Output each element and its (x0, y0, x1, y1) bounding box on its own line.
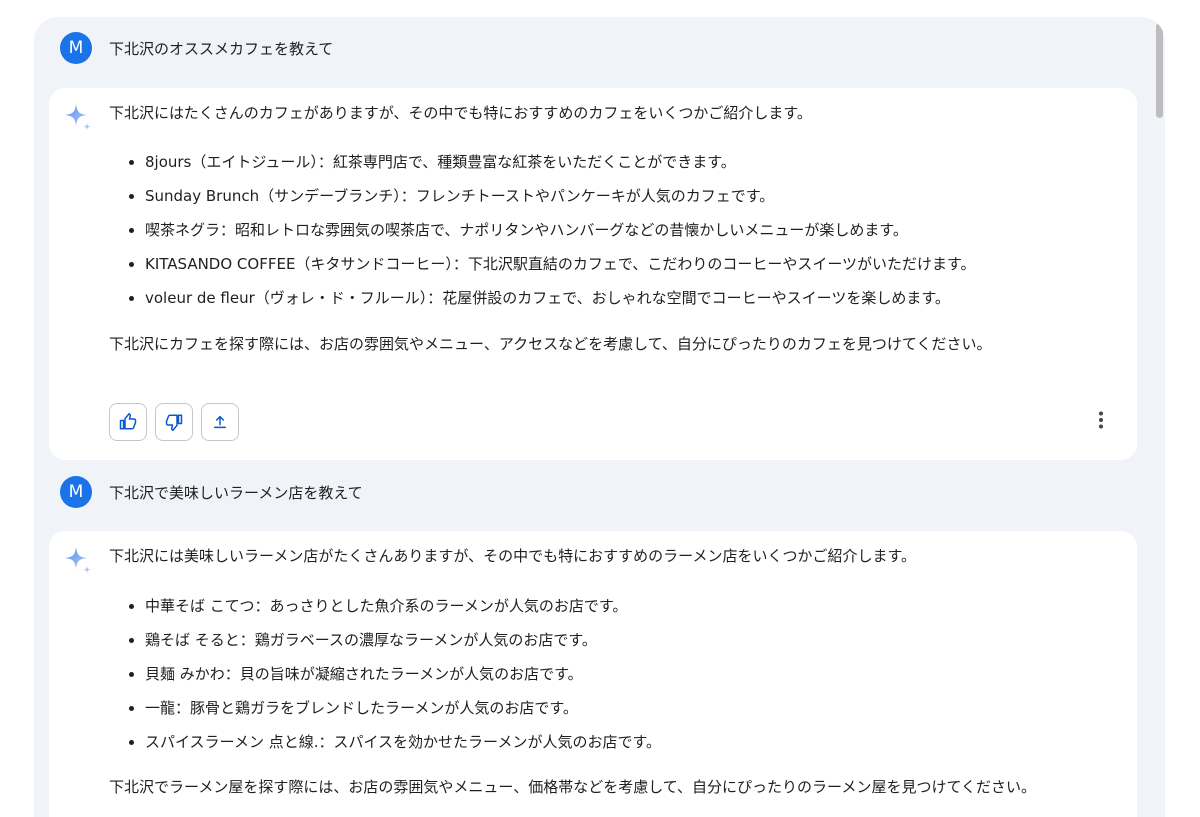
list-item: 中華そば こてつ：あっさりとした魚介系のラーメンが人気のお店です。 (109, 589, 661, 623)
more-options-button[interactable] (1089, 408, 1113, 432)
list-item: スパイスラーメン 点と線.：スパイスを効かせたラーメンが人気のお店です。 (109, 725, 661, 759)
avatar[interactable]: M (60, 32, 92, 64)
response-outro: 下北沢でラーメン屋を探す際には、お店の雰囲気やメニュー、価格帯などを考慮して、自… (109, 778, 1037, 796)
user-prompt-text: 下北沢で美味しいラーメン店を教えて (109, 483, 363, 502)
list-item: 喫茶ネグラ：昭和レトロな雰囲気の喫茶店で、ナポリタンやハンバーグなどの昔懐かしい… (109, 213, 976, 247)
list-item: 8jours（エイトジュール）：紅茶専門店で、種類豊富な紅茶をいただくことができ… (109, 145, 976, 179)
list-item: 鶏そば そると：鶏ガラベースの濃厚なラーメンが人気のお店です。 (109, 623, 661, 657)
sparkle-icon (65, 104, 91, 130)
list-item: 一龍：豚骨と鶏ガラをブレンドしたラーメンが人気のお店です。 (109, 691, 661, 725)
ramen-list: 中華そば こてつ：あっさりとした魚介系のラーメンが人気のお店です。 鶏そば そる… (109, 589, 661, 759)
user-message: M 下北沢で美味しいラーメン店を教えて (60, 475, 363, 509)
chat-panel: M 下北沢のオススメカフェを教えて 下北沢にはたくさんのカフェがありますが、その… (34, 17, 1165, 817)
response-card: 下北沢にはたくさんのカフェがありますが、その中でも特におすすめのカフェをいくつか… (49, 88, 1137, 460)
thumbs-down-button[interactable] (155, 403, 193, 441)
avatar[interactable]: M (60, 476, 92, 508)
thumbs-down-icon (165, 414, 183, 431)
scrollbar[interactable] (1153, 17, 1165, 817)
cafe-list: 8jours（エイトジュール）：紅茶専門店で、種類豊富な紅茶をいただくことができ… (109, 145, 976, 315)
list-item: Sunday Brunch（サンデーブランチ）：フレンチトーストやパンケーキが人… (109, 179, 976, 213)
response-card: 下北沢には美味しいラーメン店がたくさんありますが、その中でも特におすすめのラーメ… (49, 531, 1137, 817)
list-item: voleur de fleur（ヴォレ・ド・フルール）：花屋併設のカフェで、おし… (109, 281, 976, 315)
list-item: 貝麺 みかわ：貝の旨味が凝縮されたラーメンが人気のお店です。 (109, 657, 661, 691)
user-message: M 下北沢のオススメカフェを教えて (60, 31, 333, 65)
list-item: KITASANDO COFFEE（キタサンドコーヒー）：下北沢駅直結のカフェで、… (109, 247, 976, 281)
thumbs-up-icon (119, 413, 137, 430)
share-button[interactable] (201, 403, 239, 441)
scrollbar-thumb[interactable] (1156, 23, 1163, 118)
response-intro: 下北沢には美味しいラーメン店がたくさんありますが、その中でも特におすすめのラーメ… (109, 547, 917, 565)
response-outro: 下北沢にカフェを探す際には、お店の雰囲気やメニュー、アクセスなどを考慮して、自分… (109, 335, 992, 353)
share-icon (213, 415, 227, 429)
more-vert-icon (1099, 411, 1103, 429)
response-actions (109, 403, 239, 441)
sparkle-icon (65, 547, 91, 573)
response-intro: 下北沢にはたくさんのカフェがありますが、その中でも特におすすめのカフェをいくつか… (109, 104, 812, 122)
thumbs-up-button[interactable] (109, 403, 147, 441)
user-prompt-text: 下北沢のオススメカフェを教えて (109, 39, 334, 58)
